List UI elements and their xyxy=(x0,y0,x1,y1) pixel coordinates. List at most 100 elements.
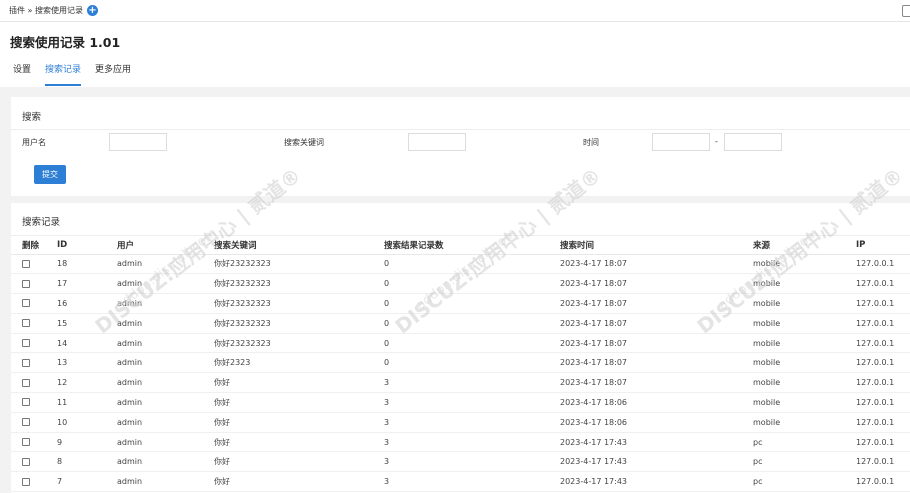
row-delete-checkbox[interactable] xyxy=(22,477,30,486)
row-select-cell xyxy=(11,352,57,374)
cell-source: mobile xyxy=(753,313,856,334)
cell-source: mobile xyxy=(753,412,856,433)
keyword-input[interactable] xyxy=(408,133,466,151)
cell-ip: 127.0.0.1 xyxy=(856,432,910,453)
cell-keyword: 你好2323 xyxy=(214,352,384,374)
cell-result-count: 3 xyxy=(384,451,560,473)
row-select-cell xyxy=(11,392,57,413)
row-delete-checkbox[interactable] xyxy=(22,457,30,466)
cell-source: mobile xyxy=(753,273,856,295)
cell-result-count: 3 xyxy=(384,392,560,413)
table-row: 10 admin 你好 3 2023-4-17 18:06 mobile 127.0.0.1 xyxy=(11,412,910,433)
cell-result-count: 3 xyxy=(384,471,560,493)
row-delete-checkbox[interactable] xyxy=(22,339,30,348)
row-select-cell xyxy=(11,471,57,493)
time-to-input[interactable] xyxy=(724,133,782,151)
cell-user: admin xyxy=(117,254,214,275)
table-row: 17 admin 你好23232323 0 2023-4-17 18:07 mobile 1… xyxy=(11,273,910,295)
cell-ip: 127.0.0.1 xyxy=(856,451,910,473)
cell-keyword: 你好 xyxy=(214,471,384,493)
cell-keyword: 你好 xyxy=(214,451,384,473)
column-header-source: 来源 xyxy=(753,236,856,255)
cell-id: 7 xyxy=(57,471,117,493)
cell-ip: 127.0.0.1 xyxy=(856,273,910,295)
cell-keyword: 你好 xyxy=(214,372,384,394)
cell-result-count: 0 xyxy=(384,254,560,275)
column-header-keyword: 搜索关键词 xyxy=(214,236,384,255)
cell-source: pc xyxy=(753,451,856,473)
table-row: 11 admin 你好 3 2023-4-17 18:06 mobile 127.0.0.1 xyxy=(11,392,910,413)
tab-search-records[interactable]: 搜索记录 xyxy=(45,64,82,86)
row-select-cell xyxy=(11,273,57,295)
cell-keyword: 你好23232323 xyxy=(214,293,384,314)
row-delete-checkbox[interactable] xyxy=(22,319,30,328)
cell-source: pc xyxy=(753,432,856,453)
submit-button[interactable]: 提交 xyxy=(34,165,66,184)
column-header-search-time: 搜索时间 xyxy=(560,236,753,255)
cell-result-count: 0 xyxy=(384,352,560,374)
keyword-label: 搜索关键词 xyxy=(284,138,324,147)
cell-search-time: 2023-4-17 18:07 xyxy=(560,372,753,394)
cell-search-time: 2023-4-17 18:07 xyxy=(560,313,753,334)
cell-result-count: 3 xyxy=(384,372,560,394)
cell-source: mobile xyxy=(753,372,856,394)
row-delete-checkbox[interactable] xyxy=(22,378,30,387)
cell-ip: 127.0.0.1 xyxy=(856,392,910,413)
cell-search-time: 2023-4-17 17:43 xyxy=(560,471,753,493)
row-select-cell xyxy=(11,313,57,334)
table-row: 12 admin 你好 3 2023-4-17 18:07 mobile 127.0.0.1 xyxy=(11,372,910,394)
cell-keyword: 你好23232323 xyxy=(214,313,384,334)
cell-user: admin xyxy=(117,333,214,354)
cell-ip: 127.0.0.1 xyxy=(856,471,910,493)
row-select-cell xyxy=(11,451,57,473)
cell-search-time: 2023-4-17 18:07 xyxy=(560,333,753,354)
row-delete-checkbox[interactable] xyxy=(22,418,30,427)
cell-source: mobile xyxy=(753,352,856,374)
table-row: 7 admin 你好 3 2023-4-17 17:43 pc 127.0.0.1 xyxy=(11,471,910,493)
cell-id: 14 xyxy=(57,333,117,354)
column-header-user: 用户 xyxy=(117,236,214,255)
cell-ip: 127.0.0.1 xyxy=(856,372,910,394)
cell-source: mobile xyxy=(753,333,856,354)
cell-ip: 127.0.0.1 xyxy=(856,352,910,374)
column-header-ip: IP xyxy=(856,236,910,255)
cell-id: 9 xyxy=(57,432,117,453)
cell-result-count: 0 xyxy=(384,293,560,314)
cell-ip: 127.0.0.1 xyxy=(856,313,910,334)
time-from-input[interactable] xyxy=(652,133,710,151)
top-checkbox[interactable] xyxy=(902,5,910,17)
row-delete-checkbox[interactable] xyxy=(22,279,30,288)
cell-search-time: 2023-4-17 18:07 xyxy=(560,254,753,275)
cell-id: 11 xyxy=(57,392,117,413)
search-panel-title: 搜索 xyxy=(22,112,42,123)
cell-id: 13 xyxy=(57,352,117,374)
plus-icon[interactable]: + xyxy=(86,5,98,16)
cell-keyword: 你好23232323 xyxy=(214,254,384,275)
tab-more-apps[interactable]: 更多应用 xyxy=(95,64,131,86)
row-select-cell xyxy=(11,372,57,394)
cell-result-count: 3 xyxy=(384,412,560,433)
page-header: 搜索使用记录 1.01 设置 搜索记录 更多应用 xyxy=(0,22,910,87)
table-row: 14 admin 你好23232323 0 2023-4-17 18:07 mobile 1… xyxy=(11,333,910,354)
cell-keyword: 你好 xyxy=(214,412,384,433)
cell-result-count: 0 xyxy=(384,333,560,354)
tab-settings[interactable]: 设置 xyxy=(13,64,31,86)
time-label: 时间 xyxy=(583,138,599,147)
row-delete-checkbox[interactable] xyxy=(22,398,30,407)
cell-result-count: 0 xyxy=(384,313,560,334)
breadcrumb[interactable]: 插件 » 搜索使用记录 xyxy=(9,5,83,16)
row-select-cell xyxy=(11,432,57,453)
cell-result-count: 0 xyxy=(384,273,560,295)
row-select-cell xyxy=(11,412,57,433)
cell-user: admin xyxy=(117,451,214,473)
row-delete-checkbox[interactable] xyxy=(22,438,30,447)
row-delete-checkbox[interactable] xyxy=(22,358,30,367)
search-panel: 搜索 用户名 搜索关键词 时间 - 提交 xyxy=(11,97,910,196)
row-delete-checkbox[interactable] xyxy=(22,299,30,308)
records-panel: 搜索记录 删除 ID 用户 搜索关键词 搜索结果记录数 搜索时间 来源 IP 1… xyxy=(11,203,910,493)
row-delete-checkbox[interactable] xyxy=(22,259,30,268)
cell-user: admin xyxy=(117,392,214,413)
table-row: 9 admin 你好 3 2023-4-17 17:43 pc 127.0.0.1 xyxy=(11,432,910,453)
username-input[interactable] xyxy=(109,133,167,151)
cell-keyword: 你好 xyxy=(214,432,384,453)
